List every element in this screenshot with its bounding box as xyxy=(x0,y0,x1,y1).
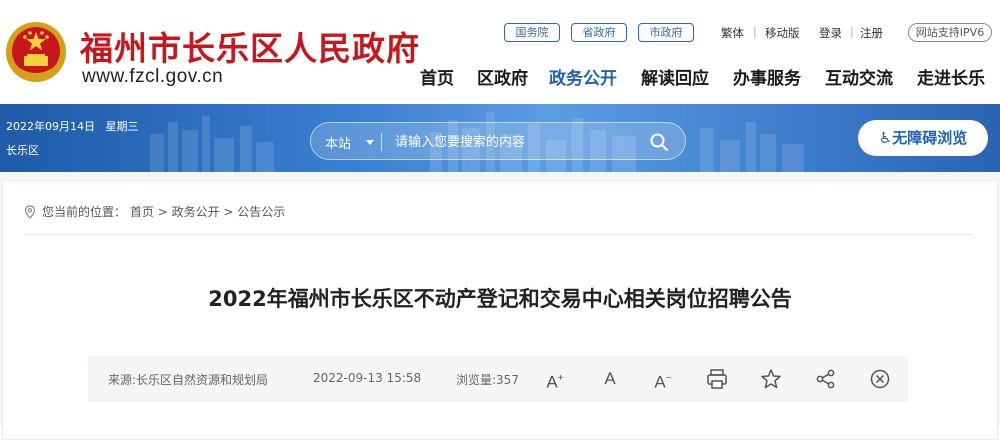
caret-down-icon[interactable] xyxy=(366,140,374,145)
search-input[interactable] xyxy=(395,132,625,152)
article-title: 2022年福州市长乐区不动产登记和交易中心相关岗位招聘公告 xyxy=(208,287,792,311)
separator: | xyxy=(753,25,757,38)
search-bar: 本站 xyxy=(310,122,686,160)
login-link[interactable]: 登录 xyxy=(819,25,842,41)
district-label: 长乐区 xyxy=(6,144,39,157)
breadcrumb-gov-affairs[interactable]: 政务公开 xyxy=(172,205,220,219)
article-datetime: 2022-09-13 15:58 xyxy=(313,371,422,385)
article-source: 来源:长乐区自然资源和规划局 xyxy=(108,373,269,387)
star-icon[interactable] xyxy=(759,367,783,391)
divider xyxy=(381,133,382,151)
accessibility-button[interactable]: ♿无障碍浏览 xyxy=(858,120,988,156)
separator: | xyxy=(850,25,854,38)
nav-home[interactable]: 首页 xyxy=(420,64,454,89)
nav-interpretation[interactable]: 解读回应 xyxy=(641,64,709,89)
gov-link-province[interactable]: 省政府 xyxy=(571,23,627,42)
mobile-version-link[interactable]: 移动版 xyxy=(765,25,800,41)
nav-interaction[interactable]: 互动交流 xyxy=(825,64,893,89)
breadcrumb-announcements[interactable]: 公告公示 xyxy=(237,205,285,219)
breadcrumb-home[interactable]: 首页 xyxy=(130,205,154,219)
font-increase-icon[interactable]: A+ xyxy=(543,367,567,392)
date-text: 2022年09月14日 xyxy=(6,120,95,133)
font-decrease-icon[interactable]: A− xyxy=(651,367,675,392)
nav-services[interactable]: 办事服务 xyxy=(733,64,801,89)
site-title[interactable]: 福州市长乐区人民政府 xyxy=(80,22,420,70)
site-url: www.fzcl.gov.cn xyxy=(82,66,224,87)
search-icon[interactable] xyxy=(649,132,669,152)
location-pin-icon xyxy=(24,205,36,219)
close-icon[interactable] xyxy=(868,367,892,391)
gov-link-city[interactable]: 市政府 xyxy=(638,23,694,42)
ipv6-badge: 网站支持IPV6 xyxy=(908,23,992,42)
search-scope-select[interactable]: 本站 xyxy=(325,133,351,152)
breadcrumb-prefix: 您当前的位置： xyxy=(42,205,127,219)
print-icon[interactable] xyxy=(705,367,729,391)
breadcrumb: 您当前的位置： 首页 > 政务公开 > 公告公示 xyxy=(24,203,285,220)
nav-about-changle[interactable]: 走进长乐 xyxy=(917,64,985,89)
nav-gov-affairs[interactable]: 政务公开 xyxy=(549,64,617,89)
wheelchair-icon: ♿ xyxy=(878,129,893,147)
traditional-chinese-link[interactable]: 繁体 xyxy=(721,25,744,41)
national-emblem-icon xyxy=(6,22,66,82)
share-icon[interactable] xyxy=(814,367,838,391)
nav-district-gov[interactable]: 区政府 xyxy=(477,64,528,89)
article-meta-bar: 来源:长乐区自然资源和规划局 2022-09-13 15:58 浏览量:357 … xyxy=(88,356,908,402)
gov-link-state-council[interactable]: 国务院 xyxy=(504,23,560,42)
weekday-text: 星期三 xyxy=(105,120,139,133)
breadcrumb-separator: > xyxy=(157,205,172,219)
accessibility-label: 无障碍浏览 xyxy=(892,129,968,147)
current-date: 2022年09月14日 星期三 xyxy=(6,118,139,134)
article-views: 浏览量:357 xyxy=(456,373,519,387)
site-header: 福州市长乐区人民政府 www.fzcl.gov.cn 国务院 省政府 市政府 繁… xyxy=(0,0,1000,104)
breadcrumb-divider xyxy=(24,234,972,235)
font-default-icon[interactable]: A xyxy=(598,367,622,391)
register-link[interactable]: 注册 xyxy=(860,25,883,41)
breadcrumb-separator: > xyxy=(223,205,238,219)
banner: 2022年09月14日 星期三 长乐区 本站 ♿无障碍浏览 xyxy=(0,104,1000,172)
